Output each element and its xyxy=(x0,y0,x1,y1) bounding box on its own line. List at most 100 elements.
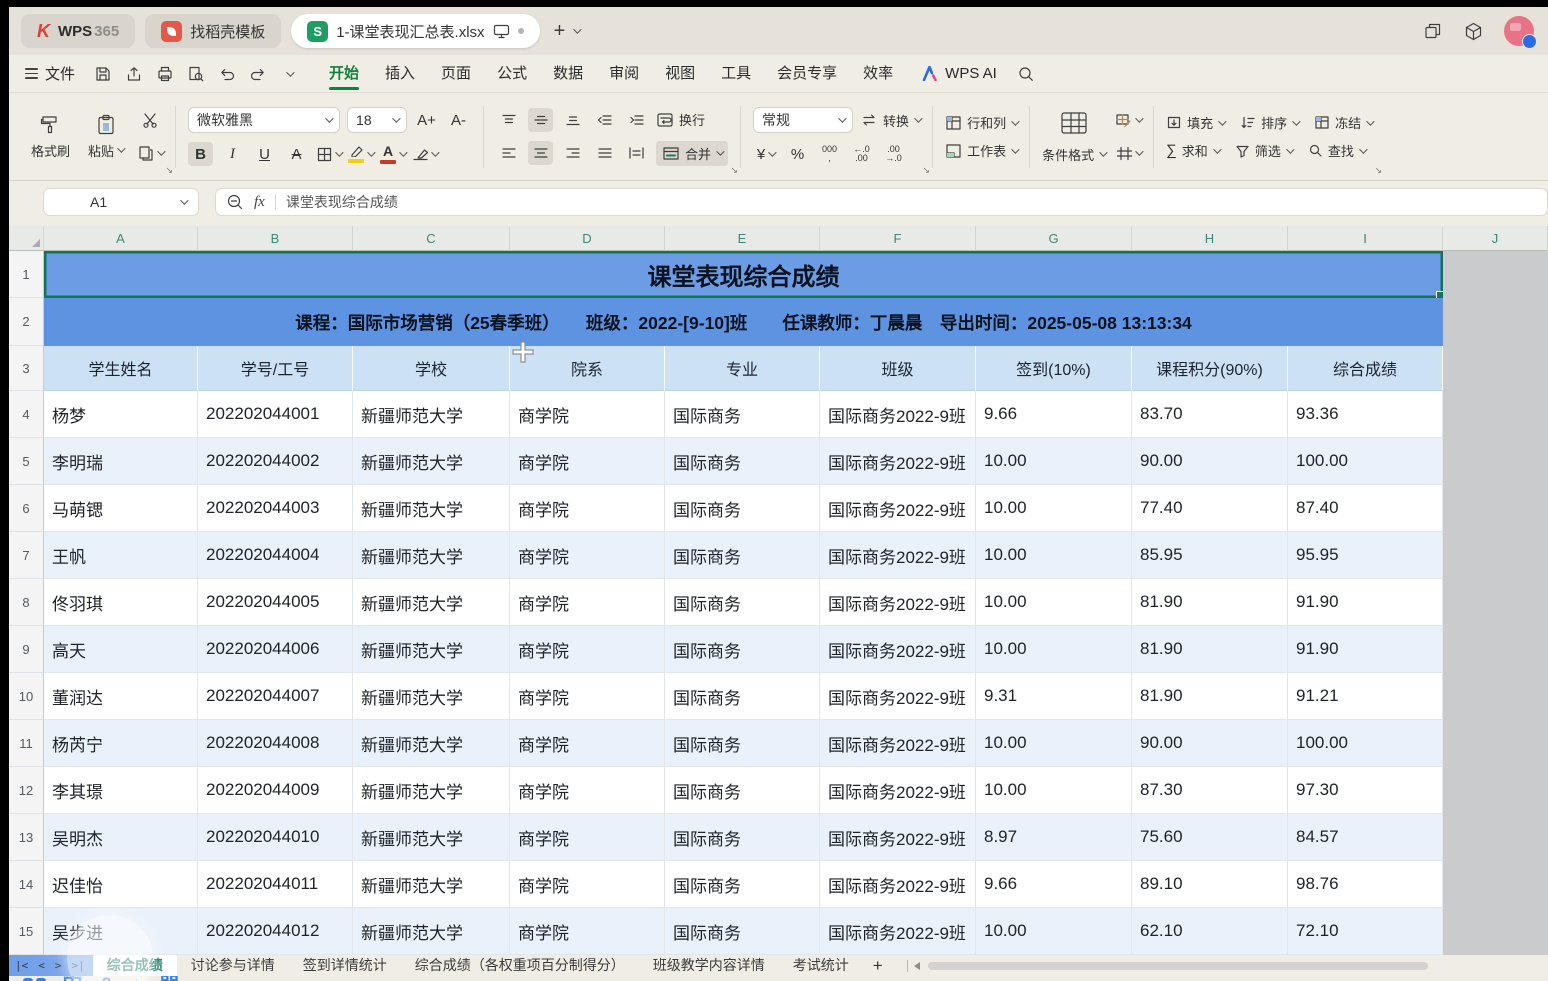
align-right-button[interactable] xyxy=(560,141,585,165)
column-title-7[interactable]: 签到(10%) xyxy=(976,346,1132,391)
thousands-format-button[interactable]: 000, xyxy=(817,142,842,166)
column-title-2[interactable]: 学号/工号 xyxy=(198,346,353,391)
align-bottom-button[interactable] xyxy=(560,108,585,132)
cell-r13c8[interactable]: 75.60 xyxy=(1132,814,1288,861)
menu-item-3[interactable]: 页面 xyxy=(428,55,484,92)
cell-r15c8[interactable]: 62.10 xyxy=(1132,908,1288,955)
row-header-8[interactable]: 8 xyxy=(9,579,44,626)
cell-r14c9[interactable]: 98.76 xyxy=(1288,861,1443,908)
find-button[interactable]: 查找 xyxy=(1308,141,1365,160)
redo-button[interactable] xyxy=(244,61,271,86)
cell-r10c6[interactable]: 国际商务2022-9班 xyxy=(820,673,976,720)
cell-r6c9[interactable]: 87.40 xyxy=(1288,485,1443,532)
strikethrough-button[interactable]: A xyxy=(284,142,309,166)
cell-r8c8[interactable]: 81.90 xyxy=(1132,579,1288,626)
cell-r11c9[interactable]: 100.00 xyxy=(1288,720,1443,767)
cell-r5c2[interactable]: 202202044002 xyxy=(198,438,353,485)
cell-r7c6[interactable]: 国际商务2022-9班 xyxy=(820,532,976,579)
select-all-corner[interactable] xyxy=(9,226,44,251)
column-header-F[interactable]: F xyxy=(820,226,976,251)
row-header-9[interactable]: 9 xyxy=(9,626,44,673)
highlight-color-button[interactable] xyxy=(348,142,373,166)
cell-r12c2[interactable]: 202202044009 xyxy=(198,767,353,814)
borders-button[interactable] xyxy=(316,142,341,166)
cell-r4c3[interactable]: 新疆师范大学 xyxy=(353,391,510,438)
cell-r7c9[interactable]: 95.95 xyxy=(1288,532,1443,579)
restore-window-icon[interactable] xyxy=(1423,21,1443,41)
scroll-left-arrow-icon[interactable] xyxy=(914,962,920,970)
sheet-tab-2[interactable]: 讨论参与详情 xyxy=(177,955,289,976)
currency-format-button[interactable]: ¥ xyxy=(753,142,778,166)
column-title-3[interactable]: 学校 xyxy=(353,346,510,391)
menu-search-button[interactable] xyxy=(1013,61,1040,86)
clipboard-group-expander-icon[interactable]: ↘ xyxy=(165,165,173,176)
paste-button[interactable]: 粘贴 xyxy=(84,112,127,162)
menu-item-7[interactable]: 视图 xyxy=(652,55,708,92)
cell-r8c4[interactable]: 商学院 xyxy=(510,579,665,626)
cell-r12c6[interactable]: 国际商务2022-9班 xyxy=(820,767,976,814)
file-menu-button[interactable]: 文件 xyxy=(23,63,85,84)
menu-item-5[interactable]: 数据 xyxy=(540,55,596,92)
cell-r10c3[interactable]: 新疆师范大学 xyxy=(353,673,510,720)
cell-r8c1[interactable]: 佟羽琪 xyxy=(44,579,198,626)
row-header-1[interactable]: 1 xyxy=(9,251,44,298)
find-replace-button[interactable] xyxy=(182,61,209,86)
convert-button[interactable]: 转换 xyxy=(860,111,920,130)
cell-r9c3[interactable]: 新疆师范大学 xyxy=(353,626,510,673)
cell-r13c9[interactable]: 84.57 xyxy=(1288,814,1443,861)
menu-item-4[interactable]: 公式 xyxy=(484,55,540,92)
cell-r8c9[interactable]: 91.90 xyxy=(1288,579,1443,626)
sheet-tab-5[interactable]: 班级教学内容详情 xyxy=(639,955,779,976)
cell-r4c7[interactable]: 9.66 xyxy=(976,391,1132,438)
cell-r9c7[interactable]: 10.00 xyxy=(976,626,1132,673)
cell-r4c6[interactable]: 国际商务2022-9班 xyxy=(820,391,976,438)
align-left-button[interactable] xyxy=(496,141,521,165)
next-sheet-button[interactable]: > xyxy=(55,959,62,972)
cell-r9c8[interactable]: 81.90 xyxy=(1132,626,1288,673)
format-painter-button[interactable]: 格式刷 xyxy=(27,112,74,162)
cell-r11c5[interactable]: 国际商务 xyxy=(665,720,820,767)
cell-r14c7[interactable]: 9.66 xyxy=(976,861,1132,908)
row-header-5[interactable]: 5 xyxy=(9,438,44,485)
horizontal-scrollbar[interactable] xyxy=(928,962,1428,970)
cell-r5c5[interactable]: 国际商务 xyxy=(665,438,820,485)
cube-icon[interactable] xyxy=(1463,21,1484,42)
column-header-C[interactable]: C xyxy=(353,226,510,251)
document-tab[interactable]: S 1-课堂表现汇总表.xlsx xyxy=(291,14,539,48)
align-top-button[interactable] xyxy=(496,108,521,132)
cell-r10c9[interactable]: 91.21 xyxy=(1288,673,1443,720)
quickbar-more-chevron-icon[interactable] xyxy=(275,61,302,86)
row-header-6[interactable]: 6 xyxy=(9,485,44,532)
cell-r10c8[interactable]: 81.90 xyxy=(1132,673,1288,720)
cell-r5c9[interactable]: 100.00 xyxy=(1288,438,1443,485)
font-color-button[interactable]: A xyxy=(380,142,405,166)
cell-r9c9[interactable]: 91.90 xyxy=(1288,626,1443,673)
rows-columns-button[interactable]: 行和列 xyxy=(945,113,1017,132)
cell-r13c5[interactable]: 国际商务 xyxy=(665,814,820,861)
cell-r13c6[interactable]: 国际商务2022-9班 xyxy=(820,814,976,861)
sort-button[interactable]: 排序 xyxy=(1240,113,1298,132)
menu-item-6[interactable]: 审阅 xyxy=(596,55,652,92)
taskbar-app1-icon[interactable] xyxy=(23,976,46,981)
column-title-9[interactable]: 综合成绩 xyxy=(1288,346,1443,391)
increase-decimal-button[interactable]: ←.0.00 xyxy=(849,142,874,166)
row-header-10[interactable]: 10 xyxy=(9,673,44,720)
bold-button[interactable]: B xyxy=(188,142,213,166)
fx-icon[interactable]: fx xyxy=(254,194,265,211)
cell-r6c2[interactable]: 202202044003 xyxy=(198,485,353,532)
cell-r11c7[interactable]: 10.00 xyxy=(976,720,1132,767)
menu-item-1[interactable]: 开始 xyxy=(316,55,372,92)
sheet-tab-4[interactable]: 综合成绩（各权重项百分制得分） xyxy=(401,955,639,976)
cell-r12c8[interactable]: 87.30 xyxy=(1132,767,1288,814)
cell-style-button[interactable] xyxy=(1115,108,1141,132)
cell-r9c6[interactable]: 国际商务2022-9班 xyxy=(820,626,976,673)
cell-r14c4[interactable]: 商学院 xyxy=(510,861,665,908)
app-tab-wps365[interactable]: K WPS365 xyxy=(21,14,135,48)
cell-r13c1[interactable]: 吴明杰 xyxy=(44,814,198,861)
wps-ai-button[interactable]: WPS AI xyxy=(910,65,1009,82)
cell-r7c5[interactable]: 国际商务 xyxy=(665,532,820,579)
column-header-A[interactable]: A xyxy=(44,226,198,251)
cell-r13c4[interactable]: 商学院 xyxy=(510,814,665,861)
zoom-out-icon[interactable] xyxy=(226,193,244,211)
column-header-D[interactable]: D xyxy=(510,226,665,251)
